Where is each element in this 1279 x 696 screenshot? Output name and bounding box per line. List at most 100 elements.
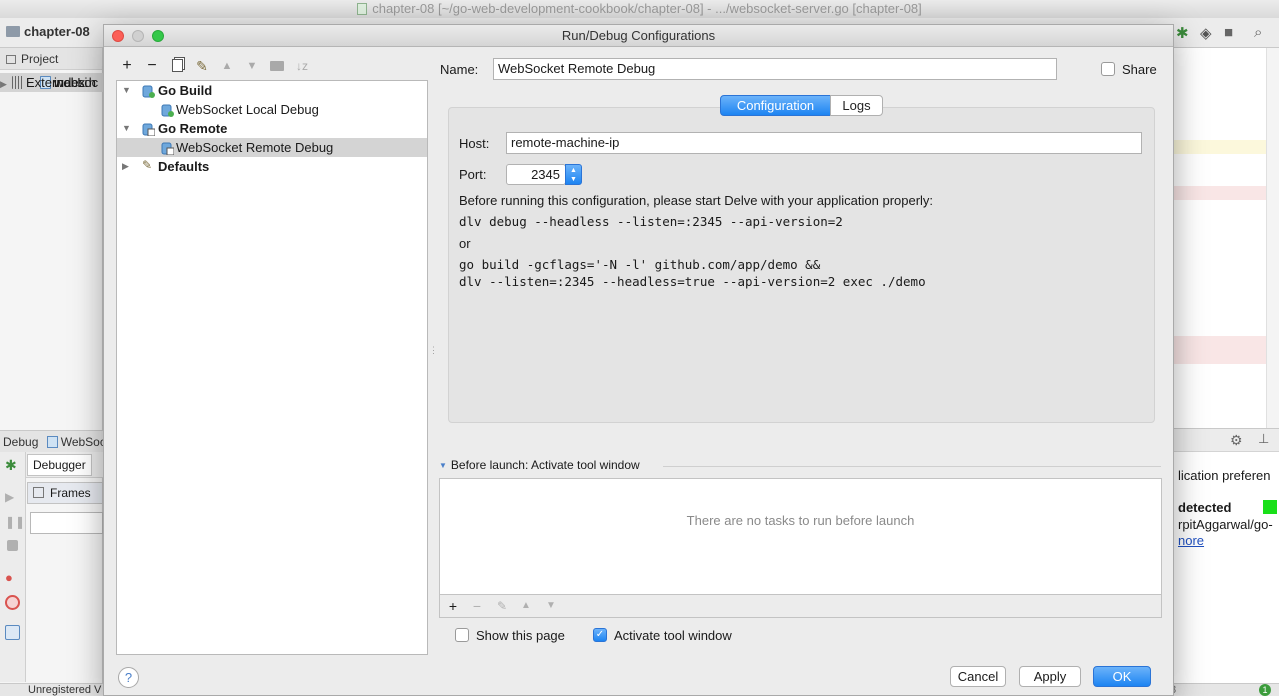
before-launch-task-list[interactable]: There are no tasks to run before launch — [439, 478, 1162, 594]
tab-configuration[interactable]: Configuration — [720, 95, 831, 116]
cancel-button[interactable]: Cancel — [950, 666, 1006, 687]
frames-icon — [33, 487, 44, 498]
tree-node-websocket-remote-debug[interactable]: WebSocket Remote Debug — [117, 138, 427, 157]
close-window-button[interactable] — [112, 30, 124, 42]
stepper-up-icon[interactable]: ▲ — [566, 166, 581, 175]
hide-icon[interactable]: ⊥ — [1258, 431, 1269, 447]
instructions-intro: Before running this configuration, pleas… — [459, 193, 934, 208]
splitter-handle[interactable]: ⋮ — [429, 345, 438, 356]
sort-button[interactable]: ↓z — [293, 57, 311, 75]
remove-task-button[interactable]: − — [469, 598, 485, 614]
minimize-window-button[interactable] — [132, 30, 144, 42]
tab-debugger[interactable]: Debugger — [27, 454, 92, 476]
arrow-up-icon: ▲ — [521, 600, 531, 611]
share-label[interactable]: Share — [1122, 62, 1157, 77]
resume-icon[interactable]: ▶ — [5, 490, 20, 505]
move-task-up-button[interactable]: ▲ — [518, 598, 534, 614]
expanded-arrow-icon[interactable]: ▼ — [122, 119, 131, 138]
move-down-button[interactable]: ▼ — [243, 57, 261, 75]
go-remote-config-icon — [161, 141, 175, 156]
port-field[interactable]: 2345 — [506, 164, 566, 185]
show-page-label[interactable]: Show this page — [476, 628, 565, 643]
port-stepper[interactable]: ▲ ▼ — [565, 164, 582, 185]
host-label: Host: — [459, 136, 490, 151]
project-view-icon — [6, 55, 16, 64]
view-breakpoints-icon[interactable]: ● — [5, 570, 20, 585]
port-label: Port: — [459, 167, 487, 182]
go-config-icon — [46, 436, 58, 448]
debug-action-gutter: ✱ ▶ ❚❚ ● — [0, 452, 26, 682]
library-icon — [12, 76, 23, 89]
wrench-icon: ✎ — [196, 58, 208, 74]
layout-icon[interactable] — [5, 625, 20, 640]
editor-highlight — [1174, 186, 1279, 200]
coverage-icon[interactable]: ◈ — [1200, 24, 1212, 42]
create-folder-button[interactable] — [268, 57, 286, 75]
folder-icon — [6, 26, 20, 37]
add-task-button[interactable]: + — [445, 598, 461, 614]
remove-configuration-button[interactable]: − — [143, 57, 161, 75]
instructions-command: dlv --listen=:2345 --headless=true --api… — [459, 274, 926, 289]
expanded-arrow-icon[interactable]: ▼ — [122, 81, 131, 100]
stop-icon[interactable] — [7, 540, 18, 551]
move-up-button[interactable]: ▲ — [218, 57, 236, 75]
tree-node-defaults[interactable]: ▶ ✎ Defaults — [117, 157, 427, 176]
notifications-header: ⚙ ⊥ — [1174, 428, 1279, 452]
host-field[interactable]: remote-machine-ip — [506, 132, 1142, 154]
tree-node-go-remote[interactable]: ▼ Go Remote — [117, 119, 427, 138]
configuration-tree: ▼ Go Build WebSocket Local Debug ▼ Go Re… — [116, 80, 428, 655]
share-checkbox[interactable] — [1101, 62, 1115, 76]
activate-tool-window-checkbox[interactable]: ✓ — [593, 628, 607, 642]
before-launch-header[interactable]: ▼ Before launch: Activate tool window — [439, 458, 640, 472]
move-task-down-button[interactable]: ▼ — [543, 598, 559, 614]
collapsed-arrow-icon[interactable]: ▶ — [122, 157, 129, 176]
arrow-down-icon: ▼ — [546, 600, 556, 611]
project-tab[interactable]: Project — [0, 48, 102, 70]
project-file-icon — [357, 3, 368, 15]
wrench-icon: ✎ — [142, 158, 153, 172]
copy-configuration-button[interactable] — [168, 57, 186, 75]
tab-logs[interactable]: Logs — [830, 95, 883, 116]
add-configuration-button[interactable]: + — [118, 57, 136, 75]
help-button[interactable]: ? — [118, 667, 139, 688]
sort-icon: ↓z — [296, 59, 308, 73]
status-badge[interactable]: 1 — [1259, 684, 1271, 696]
run-debug-configurations-dialog: Run/Debug Configurations + − ✎ ▲ ▼ ↓z ▼ … — [103, 24, 1174, 696]
ide-breadcrumb[interactable]: chapter-08 — [6, 24, 90, 39]
stepper-down-icon[interactable]: ▼ — [566, 175, 581, 184]
name-field[interactable]: WebSocket Remote Debug — [493, 58, 1057, 80]
editor-error-stripe[interactable] — [1266, 48, 1279, 428]
dialog-title: Run/Debug Configurations — [561, 28, 716, 43]
apply-button[interactable]: Apply — [1019, 666, 1081, 687]
stop-icon[interactable]: ■ — [1224, 24, 1233, 41]
ok-button[interactable]: OK — [1093, 666, 1151, 687]
debug-bug-icon[interactable]: ✱ — [1176, 24, 1189, 42]
status-indicator — [1263, 500, 1277, 514]
frames-thread-select[interactable] — [30, 512, 103, 534]
arrow-up-icon: ▲ — [221, 60, 233, 72]
gear-icon[interactable]: ⚙ — [1230, 432, 1243, 449]
tree-node-go-build[interactable]: ▼ Go Build — [117, 81, 427, 100]
task-toolbar: + − ✎ ▲ ▼ — [439, 594, 1162, 618]
notifications-panel: lication preferen detected rpitAggarwal/… — [1174, 452, 1279, 683]
dialog-titlebar: Run/Debug Configurations — [104, 25, 1173, 47]
edit-defaults-button[interactable]: ✎ — [193, 57, 211, 75]
go-build-icon — [142, 84, 155, 98]
pencil-icon: ✎ — [496, 599, 508, 613]
maximize-window-button[interactable] — [152, 30, 164, 42]
edit-task-button[interactable]: ✎ — [494, 598, 510, 614]
notification-text: lication preferen — [1178, 468, 1271, 483]
activate-tool-window-label[interactable]: Activate tool window — [614, 628, 732, 643]
show-page-checkbox[interactable] — [455, 628, 469, 642]
ide-window-title: chapter-08 [~/go-web-development-cookboo… — [0, 0, 1279, 18]
notification-link[interactable]: nore — [1178, 533, 1204, 548]
frames-panel-header: Frames — [27, 482, 103, 504]
name-label: Name: — [440, 62, 479, 77]
mute-breakpoints-icon[interactable] — [5, 595, 20, 610]
debug-bug-icon[interactable]: ✱ — [5, 458, 20, 473]
pause-icon[interactable]: ❚❚ — [5, 515, 25, 530]
instructions-or: or — [459, 236, 471, 251]
tree-node-websocket-local-debug[interactable]: WebSocket Local Debug — [117, 100, 427, 119]
divider — [663, 466, 1161, 467]
search-everywhere-icon[interactable]: ⌕ — [1254, 24, 1262, 41]
